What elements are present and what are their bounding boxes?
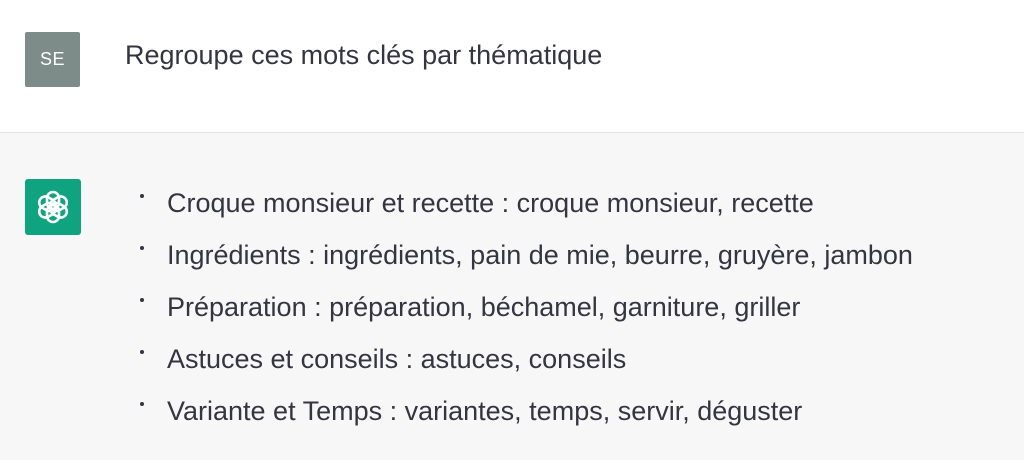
bullet-icon [140,402,144,406]
assistant-message-row: Croque monsieur et recette : croque mons… [0,134,1024,460]
list-item-text: Croque monsieur et recette : croque mons… [167,188,814,218]
list-item-text: Astuces et conseils : astuces, conseils [167,344,627,374]
list-item: Astuces et conseils : astuces, conseils [138,342,913,394]
user-avatar-initials: SE [39,49,65,69]
list-item: Ingrédients : ingrédients, pain de mie, … [138,238,913,290]
list-item: Croque monsieur et recette : croque mons… [138,186,913,238]
list-item: Préparation : préparation, béchamel, gar… [138,290,913,342]
bullet-icon [140,194,144,198]
bullet-icon [140,350,144,354]
openai-logo-icon [37,190,69,224]
bullet-icon [140,298,144,302]
assistant-response-list: Croque monsieur et recette : croque mons… [138,186,913,446]
list-item-text: Ingrédients : ingrédients, pain de mie, … [167,240,913,270]
user-avatar: SE [25,32,80,87]
list-item-text: Variante et Temps : variantes, temps, se… [167,396,803,426]
list-item: Variante et Temps : variantes, temps, se… [138,394,913,446]
bullet-icon [140,246,144,250]
assistant-avatar [25,179,81,235]
list-item-text: Préparation : préparation, béchamel, gar… [167,292,801,322]
user-message-text: Regroupe ces mots clés par thématique [125,40,603,70]
user-message-row: SE Regroupe ces mots clés par thématique [0,0,1024,133]
